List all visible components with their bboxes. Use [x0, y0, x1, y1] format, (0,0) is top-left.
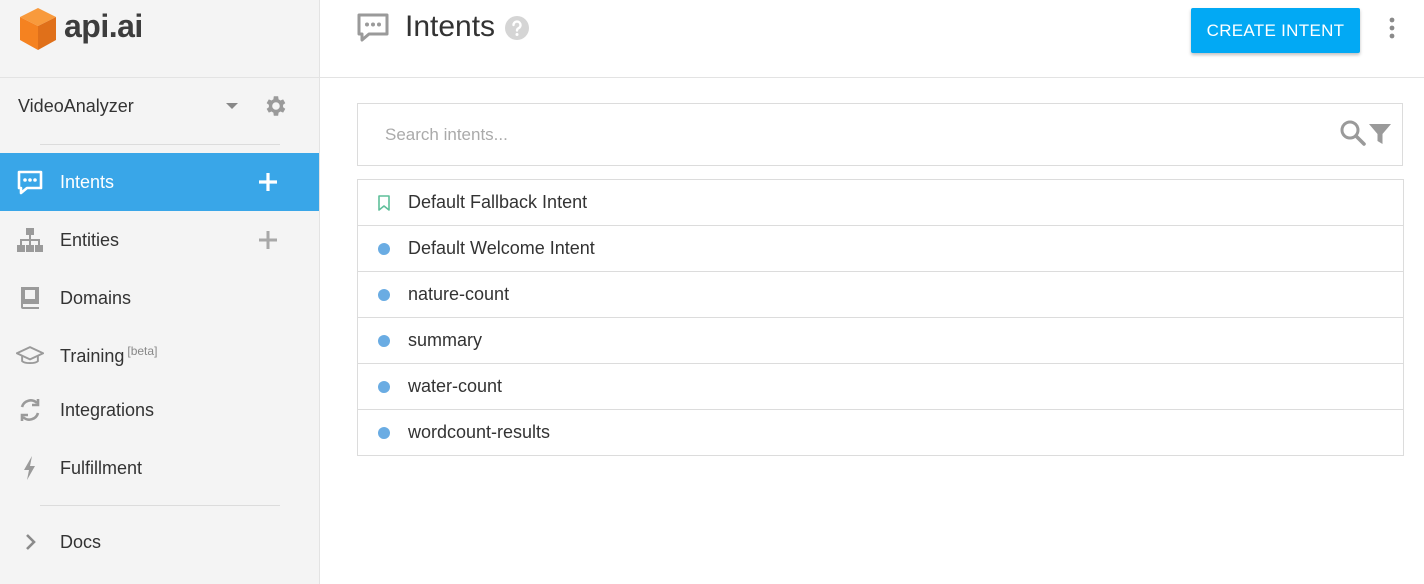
create-intent-button[interactable]: CREATE INTENT — [1191, 8, 1360, 53]
search-bar — [357, 103, 1403, 166]
status-dot-icon — [376, 333, 392, 349]
search-icon[interactable] — [1339, 119, 1367, 149]
sidebar-item-label: Fulfillment — [60, 457, 143, 478]
status-dot-icon — [376, 241, 392, 257]
intent-name: Default Fallback Intent — [408, 192, 588, 212]
beta-badge: [beta] — [127, 343, 158, 358]
list-item[interactable]: water-count — [358, 364, 1403, 410]
agent-name[interactable]: VideoAnalyzer — [18, 96, 226, 117]
filter-icon[interactable] — [1367, 121, 1393, 147]
chat-bubble-icon — [16, 168, 44, 196]
sync-icon — [16, 396, 44, 424]
list-item[interactable]: summary — [358, 318, 1403, 364]
status-dot-icon — [376, 287, 392, 303]
caret-down-icon[interactable] — [226, 103, 238, 109]
sidebar-divider — [40, 505, 280, 506]
more-options-icon[interactable] — [1384, 14, 1400, 42]
cube-logo-icon — [20, 8, 56, 50]
chat-bubble-icon — [357, 13, 389, 42]
help-icon[interactable] — [504, 15, 530, 41]
sidebar-item-integrations[interactable]: Integrations — [0, 381, 319, 439]
sidebar-divider — [0, 77, 320, 78]
intent-list: Default Fallback Intent Default Welcome … — [357, 179, 1404, 456]
sidebar-divider — [40, 144, 280, 145]
status-dot-icon — [376, 425, 392, 441]
lightning-icon — [16, 454, 44, 482]
graduation-cap-icon — [16, 341, 44, 369]
bookmark-icon — [376, 194, 392, 211]
list-item[interactable]: Default Welcome Intent — [358, 226, 1403, 272]
page-title: Intents — [405, 10, 496, 43]
sidebar-item-label: Entities — [60, 229, 120, 250]
sidebar-item-docs[interactable]: Docs — [0, 513, 319, 571]
chevron-right-icon — [16, 528, 44, 556]
logo[interactable]: api.ai — [18, 4, 143, 54]
sidebar-item-entities[interactable]: Entities — [0, 211, 319, 269]
add-intent-icon[interactable] — [256, 170, 280, 194]
list-item[interactable]: nature-count — [358, 272, 1403, 318]
intent-name: water-count — [408, 376, 503, 396]
sidebar-item-training[interactable]: Training [beta] — [0, 326, 319, 384]
intent-name: wordcount-results — [408, 422, 551, 442]
sidebar-item-label: Integrations — [60, 399, 155, 420]
sidebar-item-domains[interactable]: Domains — [0, 269, 319, 327]
logo-text: api.ai — [64, 7, 143, 44]
page-header: Intents CREATE INTENT — [320, 0, 1424, 78]
sidebar-item-label: Domains — [60, 287, 132, 308]
intent-name: summary — [408, 330, 483, 350]
hierarchy-icon — [16, 226, 44, 254]
sidebar-item-intents[interactable]: Intents — [0, 153, 319, 211]
sidebar-item-label: Training [beta] — [60, 344, 157, 367]
sidebar-item-label: Intents — [60, 171, 115, 192]
intent-name: nature-count — [408, 284, 510, 304]
add-entity-icon[interactable] — [256, 228, 280, 252]
list-item[interactable]: wordcount-results — [358, 410, 1403, 456]
app-window: api.ai VideoAnalyzer Intents Entities Do… — [0, 0, 1424, 584]
intent-name: Default Welcome Intent — [408, 238, 595, 258]
book-icon — [16, 284, 44, 312]
sidebar-item-label: Docs — [60, 531, 102, 552]
agent-selector[interactable]: VideoAnalyzer — [18, 88, 288, 124]
sidebar: api.ai VideoAnalyzer Intents Entities Do… — [0, 0, 320, 584]
status-dot-icon — [376, 379, 392, 395]
search-input[interactable] — [385, 120, 1285, 150]
gear-icon[interactable] — [262, 93, 288, 119]
training-label: Training — [60, 345, 125, 366]
sidebar-item-fulfillment[interactable]: Fulfillment — [0, 439, 319, 497]
list-item[interactable]: Default Fallback Intent — [358, 180, 1403, 226]
